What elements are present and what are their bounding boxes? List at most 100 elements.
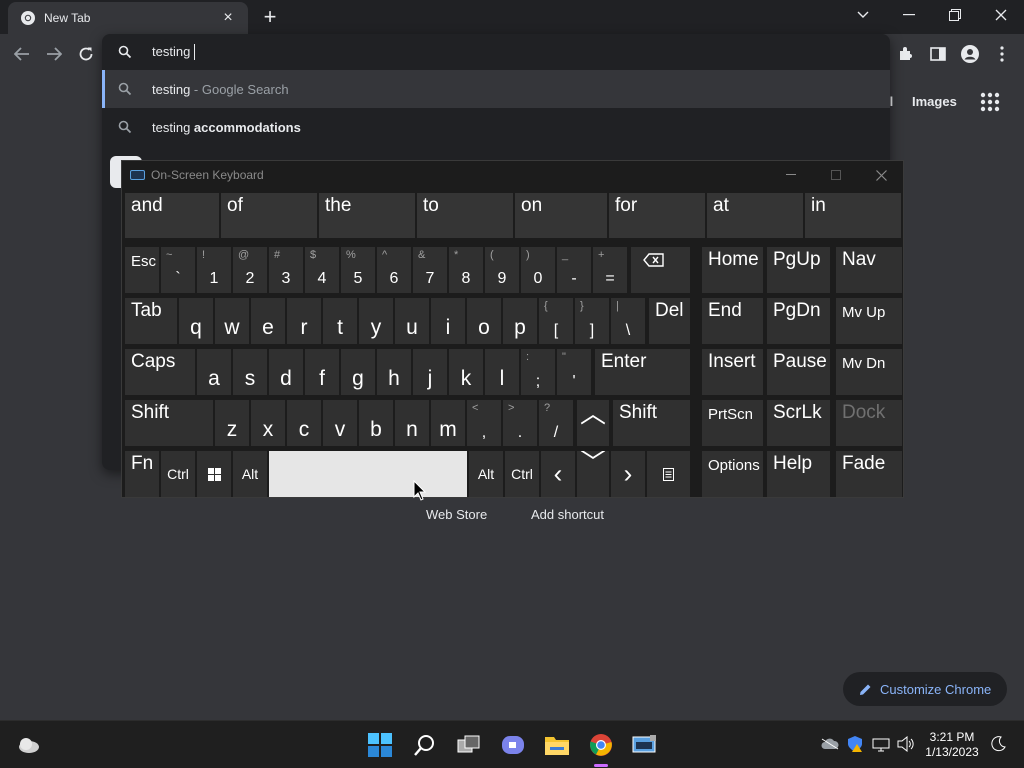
key-number[interactable]: ! 1 <box>197 247 231 293</box>
key-letter[interactable]: q <box>179 298 213 344</box>
key-symbol[interactable]: :; <box>521 349 555 395</box>
menu-kebab-icon[interactable] <box>990 42 1014 66</box>
key-letter[interactable]: k <box>449 349 483 395</box>
key-number[interactable]: ) 0 <box>521 247 555 293</box>
do-not-disturb-icon[interactable] <box>988 734 1008 754</box>
key-help[interactable]: Help <box>767 451 830 497</box>
network-icon[interactable] <box>871 734 891 754</box>
key-esc[interactable]: Esc <box>125 247 159 293</box>
prediction-key[interactable]: on <box>515 193 607 238</box>
key-letter[interactable]: u <box>395 298 429 344</box>
key-arrow-left[interactable]: ‹ <box>541 451 575 497</box>
key-mv-up[interactable]: Mv Up <box>836 298 902 344</box>
osk-minimize-icon[interactable] <box>776 165 806 185</box>
defender-icon[interactable] <box>845 734 865 754</box>
key-letter[interactable]: x <box>251 400 285 446</box>
key-alt-right[interactable]: Alt <box>469 451 503 497</box>
key-number[interactable]: $4 <box>305 247 339 293</box>
new-tab-button[interactable]: + <box>258 4 282 29</box>
prediction-key[interactable]: the <box>319 193 415 238</box>
key-pgdn[interactable]: PgDn <box>767 298 830 344</box>
key-letter[interactable]: w <box>215 298 249 344</box>
tab-search-icon[interactable] <box>840 0 886 30</box>
key-number[interactable]: (9 <box>485 247 519 293</box>
images-link[interactable]: Images <box>912 94 957 109</box>
prediction-key[interactable]: and <box>125 193 219 238</box>
prediction-key[interactable]: to <box>417 193 513 238</box>
start-icon[interactable] <box>366 731 394 759</box>
apps-grid-icon[interactable] <box>980 92 1000 112</box>
key-letter[interactable]: i <box>431 298 465 344</box>
forward-icon[interactable] <box>41 41 67 67</box>
restore-icon[interactable] <box>932 0 978 30</box>
key-symbol[interactable]: }] <box>575 298 609 344</box>
key-letter[interactable]: a <box>197 349 231 395</box>
key-tab[interactable]: Tab <box>125 298 177 344</box>
key-pgup[interactable]: PgUp <box>767 247 830 293</box>
key-symbol[interactable]: <, <box>467 400 501 446</box>
omnibox-input[interactable]: testing <box>102 34 890 70</box>
key-symbol[interactable]: ? / <box>539 400 573 446</box>
key-arrow-right[interactable]: › <box>611 451 645 497</box>
profile-icon[interactable] <box>958 42 982 66</box>
key-prtscn[interactable]: PrtScn <box>702 400 763 446</box>
prediction-key[interactable]: for <box>609 193 705 238</box>
clock[interactable]: 3:21 PM 1/13/2023 <box>916 730 988 760</box>
key-symbol[interactable]: " ' <box>557 349 591 395</box>
key-letter[interactable]: z <box>215 400 249 446</box>
add-shortcut-link[interactable]: Add shortcut <box>531 507 604 522</box>
key-scrlk[interactable]: ScrLk <box>767 400 830 446</box>
key-shift-left[interactable]: Shift <box>125 400 213 446</box>
key-number[interactable]: #3 <box>269 247 303 293</box>
key-menu[interactable] <box>647 451 690 497</box>
key-nav[interactable]: Nav <box>836 247 902 293</box>
osk-close-icon[interactable] <box>866 165 896 185</box>
key-number[interactable]: + = <box>593 247 627 293</box>
file-explorer-icon[interactable] <box>543 731 571 759</box>
key-letter[interactable]: g <box>341 349 375 395</box>
prediction-key[interactable]: of <box>221 193 317 238</box>
back-icon[interactable] <box>9 41 35 67</box>
key-shift-right[interactable]: Shift <box>613 400 690 446</box>
key-letter[interactable]: e <box>251 298 285 344</box>
key-mv-dn[interactable]: Mv Dn <box>836 349 902 395</box>
prediction-key[interactable]: at <box>707 193 803 238</box>
key-symbol[interactable]: {[ <box>539 298 573 344</box>
key-letter[interactable]: t <box>323 298 357 344</box>
task-view-icon[interactable] <box>455 731 483 759</box>
key-letter[interactable]: l <box>485 349 519 395</box>
chrome-taskbar-icon[interactable] <box>587 731 615 759</box>
key-symbol[interactable]: | \ <box>611 298 645 344</box>
key-caps[interactable]: Caps <box>125 349 195 395</box>
key-number[interactable]: @2 <box>233 247 267 293</box>
key-options[interactable]: Options <box>702 451 763 497</box>
key-number[interactable]: _ - <box>557 247 591 293</box>
key-home[interactable]: Home <box>702 247 763 293</box>
tab-new-tab[interactable]: New Tab × <box>8 2 248 34</box>
key-arrow-down[interactable]: ﹀ <box>577 451 609 497</box>
key-backspace[interactable] <box>631 247 690 293</box>
key-letter[interactable]: f <box>305 349 339 395</box>
key-windows[interactable] <box>197 451 231 497</box>
key-letter[interactable]: s <box>233 349 267 395</box>
key-letter[interactable]: r <box>287 298 321 344</box>
web-store-link[interactable]: Web Store <box>426 507 487 522</box>
key-end[interactable]: End <box>702 298 763 344</box>
key-letter[interactable]: p <box>503 298 537 344</box>
suggestion-item[interactable]: testing accommodations <box>102 108 890 146</box>
osk-taskbar-icon[interactable] <box>631 731 659 759</box>
customize-chrome-button[interactable]: Customize Chrome <box>843 672 1007 706</box>
key-arrow-up[interactable]: ︿ <box>577 400 609 446</box>
minimize-icon[interactable] <box>886 0 932 30</box>
key-number[interactable]: % 5 <box>341 247 375 293</box>
key-letter[interactable]: c <box>287 400 321 446</box>
volume-icon[interactable] <box>896 734 916 754</box>
key-fade[interactable]: Fade <box>836 451 902 497</box>
key-letter[interactable]: n <box>395 400 429 446</box>
key-del[interactable]: Del <box>649 298 690 344</box>
key-pause[interactable]: Pause <box>767 349 830 395</box>
prediction-key[interactable]: in <box>805 193 901 238</box>
key-enter[interactable]: Enter <box>595 349 690 395</box>
key-letter[interactable]: j <box>413 349 447 395</box>
key-ctrl-left[interactable]: Ctrl <box>161 451 195 497</box>
